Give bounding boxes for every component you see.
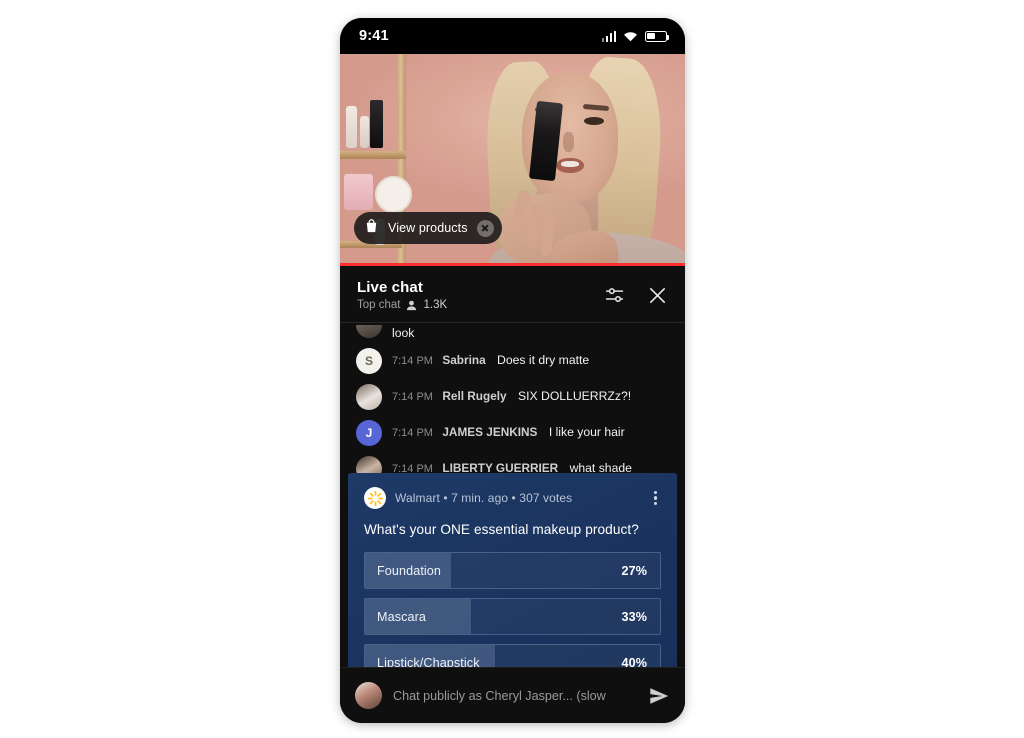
chat-header-text: Live chat Top chat 1.3K [357,279,447,311]
send-icon[interactable] [648,685,670,707]
avatar [356,384,382,410]
message-timestamp: 7:14 PM [392,391,433,403]
chat-header-actions [604,284,669,307]
chat-message-list[interactable]: look S 7:14 PM Sabrina Does it dry matte… [340,323,685,498]
message-author[interactable]: Rell Rugely [442,389,506,403]
avatar: S [356,348,382,374]
poll-option[interactable]: Foundation 27% [364,552,661,589]
poll-header: Walmart • 7 min. ago • 307 votes [364,487,661,509]
list-item[interactable]: S 7:14 PM Sabrina Does it dry matte [340,343,685,379]
signal-bars-icon [601,30,616,42]
avatar[interactable] [355,682,382,709]
poll-option-label: Mascara [377,609,426,624]
live-chat-panel: Live chat Top chat 1.3K look S 7:14 PM S… [340,266,685,723]
message-body: look [392,325,414,341]
phone-frame: 9:41 View products Live chat Top chat 1.… [340,18,685,723]
chat-subtitle-row[interactable]: Top chat 1.3K [357,299,447,311]
chat-input-bar[interactable]: Chat publicly as Cheryl Jasper... (slow [340,667,685,723]
status-indicators [601,30,670,42]
list-item[interactable]: J 7:14 PM JAMES JENKINS I like your hair [340,415,685,451]
poll-card: Walmart • 7 min. ago • 307 votes What's … [348,473,677,697]
shelf-product [344,174,373,210]
chat-header: Live chat Top chat 1.3K [340,266,685,323]
shelf-product [375,176,412,213]
shelf-product [370,100,383,148]
message-timestamp: 7:14 PM [392,355,433,367]
video-player[interactable]: View products [340,54,685,266]
close-icon[interactable] [476,219,494,237]
shelf-product [360,116,369,148]
kebab-menu-icon[interactable] [650,489,661,508]
message-timestamp: 7:14 PM [392,427,433,439]
shopping-bag-icon [364,218,379,238]
message-body: 7:14 PM Rell Rugely SIX DOLLUERRZz?! [392,384,631,405]
battery-icon [645,30,670,42]
poll-option-percent: 33% [621,609,647,624]
close-icon[interactable] [646,284,669,307]
shelf-product [346,106,357,148]
tune-icon[interactable] [604,285,625,306]
status-bar: 9:41 [340,18,685,54]
chat-title: Live chat [357,279,423,296]
message-body: 7:14 PM JAMES JENKINS I like your hair [392,420,625,441]
shelf-board-upper [340,151,406,159]
poll-meta: Walmart • 7 min. ago • 307 votes [395,491,573,505]
walmart-spark-icon [364,487,386,509]
poll-option[interactable]: Mascara 33% [364,598,661,635]
avatar: J [356,420,382,446]
poll-question: What's your ONE essential makeup product… [364,522,639,537]
view-products-button[interactable]: View products [354,212,502,244]
wifi-icon [623,31,638,42]
message-author[interactable]: JAMES JENKINS [442,425,537,439]
poll-option-label: Foundation [377,563,442,578]
poll-option-percent: 27% [621,563,647,578]
host-eye-right [584,117,604,125]
message-text: look [392,326,415,340]
view-products-label: View products [388,221,468,235]
host-nose [563,132,574,152]
chat-input-field[interactable]: Chat publicly as Cheryl Jasper... (slow [393,689,637,703]
message-text: SIX DOLLUERRZz?! [518,389,632,403]
avatar [356,325,382,338]
person-icon [406,300,417,311]
host-teeth [561,161,579,167]
message-author[interactable]: Sabrina [442,353,485,367]
status-time: 9:41 [359,28,389,44]
chat-mode-label: Top chat [357,299,401,311]
list-item[interactable]: 7:14 PM Rell Rugely SIX DOLLUERRZz?! [340,379,685,415]
list-item[interactable]: look [340,325,685,343]
message-text: Does it dry matte [497,353,590,367]
message-body: 7:14 PM Sabrina Does it dry matte [392,348,589,369]
viewer-count: 1.3K [423,299,448,311]
message-text: I like your hair [548,425,625,439]
